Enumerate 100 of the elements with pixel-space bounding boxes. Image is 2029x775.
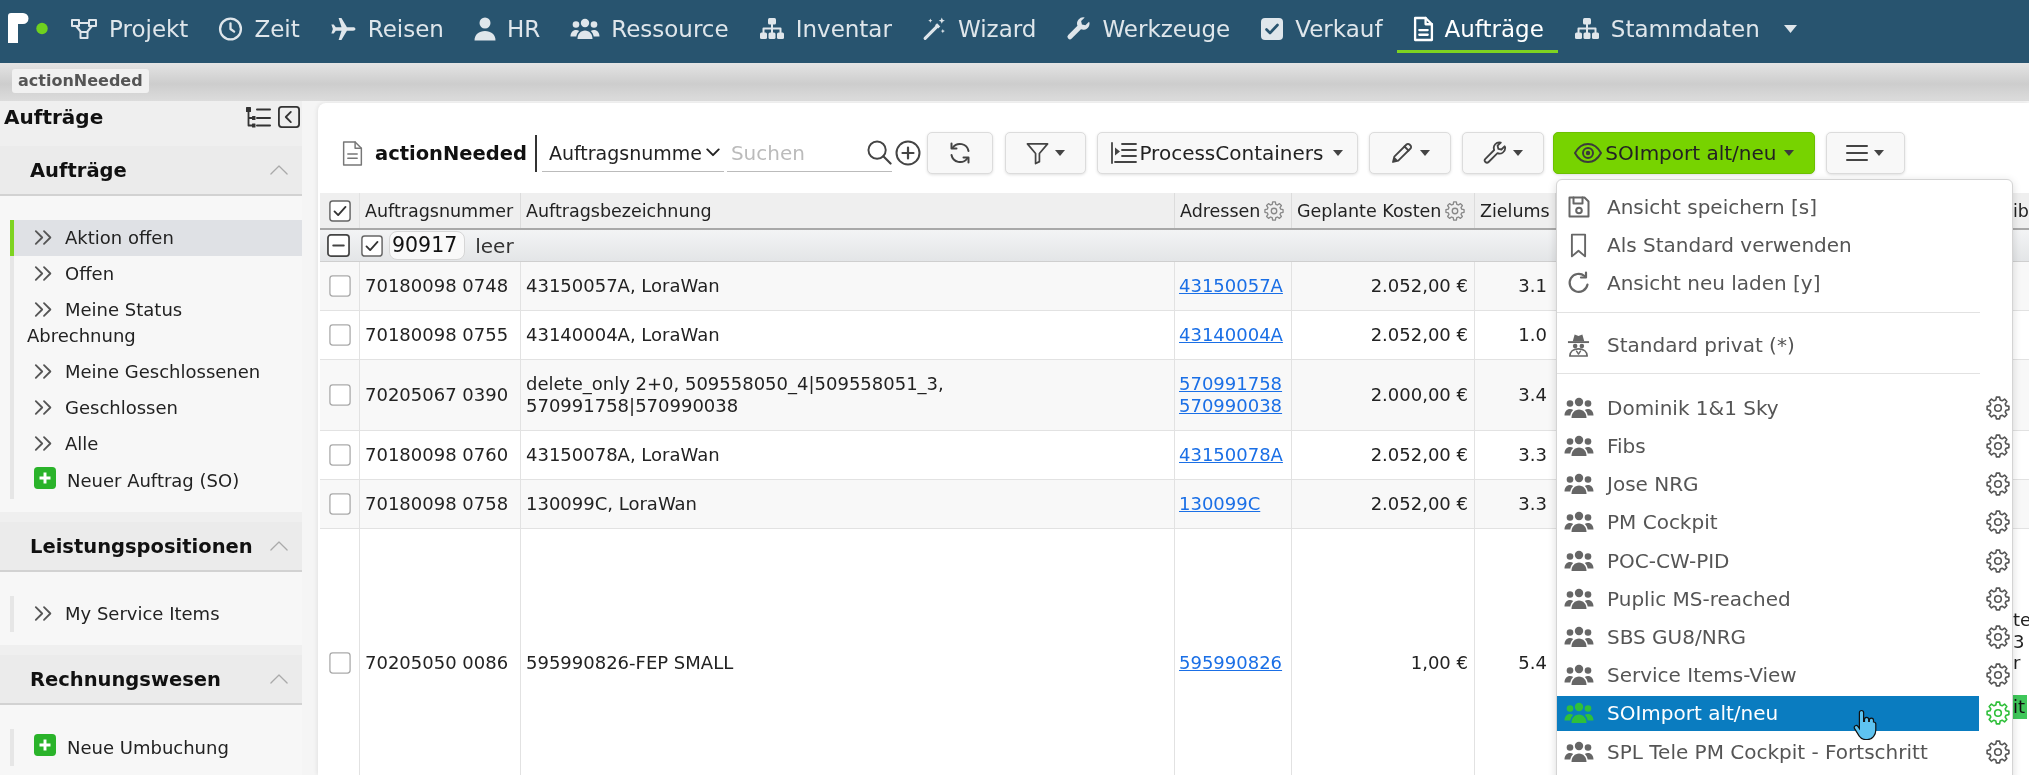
caret-icon xyxy=(1054,150,1065,156)
table-cell: 43150078A, LoraWan xyxy=(521,431,1175,479)
sidebar-item[interactable]: Meine Status Abrechnung xyxy=(10,292,302,354)
sidebar-item[interactable]: Meine Geschlossenen xyxy=(10,354,302,390)
gear-icon[interactable] xyxy=(1986,663,2010,688)
nav-tab[interactable]: Zeit xyxy=(202,8,314,53)
nav-tab[interactable]: Stammdaten xyxy=(1557,8,1774,53)
address-link[interactable]: 43150057A xyxy=(1179,275,1283,297)
double-chevron-icon xyxy=(34,435,54,452)
double-chevron-icon xyxy=(34,229,54,246)
row-checkbox[interactable] xyxy=(328,651,351,674)
sidebar-item[interactable]: Neue Umbuchung xyxy=(10,729,302,766)
nav-tab[interactable]: Reisen xyxy=(313,8,458,53)
gear-icon[interactable] xyxy=(1986,548,2010,573)
address-link[interactable]: 570990038 xyxy=(1179,395,1283,417)
view-option[interactable]: Dominik 1&1 Sky xyxy=(1557,390,1979,426)
nav-tab[interactable]: Inventar xyxy=(742,8,906,53)
column-header[interactable]: Geplante Kosten xyxy=(1292,193,1475,228)
search-field[interactable]: Suchen xyxy=(726,135,863,170)
view-option[interactable]: Jose NRG xyxy=(1557,466,1979,502)
double-chevron-icon xyxy=(34,399,54,416)
row-checkbox[interactable] xyxy=(328,275,351,297)
address-link[interactable]: 595990826 xyxy=(1179,651,1283,674)
gear-icon[interactable] xyxy=(1264,200,1285,221)
view-option[interactable]: SBS GU8/NRG xyxy=(1557,619,1979,655)
process-containers-button[interactable]: ProcessContainers xyxy=(1096,132,1358,174)
section-title[interactable]: Aufträge xyxy=(30,158,127,182)
menu-item[interactable]: Als Standard verwenden xyxy=(1557,227,1979,263)
search-icon[interactable] xyxy=(866,140,892,165)
gear-icon[interactable] xyxy=(1986,472,2010,497)
nav-tab[interactable]: Aufträge xyxy=(1396,8,1558,53)
view-select-button[interactable]: SOImport alt/neu xyxy=(1552,132,1815,174)
eye-icon xyxy=(1574,143,1603,163)
gear-icon[interactable] xyxy=(1986,739,2010,764)
sidebar-item[interactable]: My Service Items xyxy=(10,596,302,632)
plus-circle-icon[interactable] xyxy=(894,140,921,166)
view-option[interactable]: Fibs xyxy=(1557,428,1979,464)
view-option[interactable]: POC-CW-PID xyxy=(1557,543,1979,579)
minus-box-icon[interactable] xyxy=(327,234,350,257)
view-option[interactable]: PM Cockpit xyxy=(1557,504,1979,540)
table-cell-text: 1.0 xyxy=(1517,323,1548,347)
row-checkbox[interactable] xyxy=(328,324,351,346)
menu-button[interactable] xyxy=(1825,132,1905,174)
table-cell: 1,00 € xyxy=(1292,529,1475,775)
view-option[interactable]: SOImport alt/neu xyxy=(1557,695,1979,731)
clock-icon xyxy=(218,16,244,42)
row-checkbox[interactable] xyxy=(328,444,351,466)
view-option[interactable]: Puplic MS-reached xyxy=(1557,581,1979,617)
column-header[interactable]: Auftragsnummer xyxy=(360,193,521,228)
menu-item[interactable]: Ansicht speichern [s] xyxy=(1557,189,1979,225)
nav-tab[interactable]: Ressource xyxy=(554,8,743,53)
nav-tab[interactable]: Wizard xyxy=(905,8,1051,53)
address-link[interactable]: 570991758 xyxy=(1179,373,1283,395)
tree-list-icon[interactable] xyxy=(245,106,271,128)
column-select[interactable]: Auftragsnumme xyxy=(541,134,724,172)
address-link[interactable]: 43150078A xyxy=(1179,444,1283,466)
nav-tab[interactable]: Projekt xyxy=(54,8,203,53)
filter-button[interactable] xyxy=(1004,132,1086,174)
gear-icon[interactable] xyxy=(1986,395,2010,420)
view-chip[interactable]: actionNeeded xyxy=(12,69,149,93)
double-chevron-icon xyxy=(34,265,54,282)
sidebar-item[interactable]: Aktion offen xyxy=(10,220,302,256)
table-cell: 2.000,00 € xyxy=(1292,360,1475,430)
user-group-icon xyxy=(1563,702,1594,725)
address-link[interactable]: 130099C xyxy=(1179,493,1261,515)
gear-icon[interactable] xyxy=(1986,510,2010,535)
menu-item[interactable]: Ansicht neu laden [y] xyxy=(1557,265,1979,301)
address-link[interactable]: 43140004A xyxy=(1179,324,1283,346)
gear-icon[interactable] xyxy=(1445,200,1466,221)
sidebar-item[interactable]: Alle xyxy=(10,426,302,462)
group-checkbox[interactable] xyxy=(361,234,383,257)
gear-icon[interactable] xyxy=(1986,586,2010,611)
sidebar-item[interactable]: Geschlossen xyxy=(10,390,302,426)
gear-icon[interactable] xyxy=(1986,624,2010,649)
tools-button[interactable] xyxy=(1461,132,1544,174)
plus-square-icon xyxy=(34,467,56,489)
chevron-left-box-icon[interactable] xyxy=(278,106,300,128)
view-option[interactable]: Standard privat (*) xyxy=(1557,327,1979,363)
nav-tab[interactable]: Werkzeuge xyxy=(1050,8,1245,53)
column-header[interactable]: ib xyxy=(2013,193,2029,228)
sidebar-item[interactable]: Offen xyxy=(10,256,302,292)
edit-button[interactable] xyxy=(1368,132,1451,174)
refresh-button[interactable] xyxy=(926,132,993,174)
select-all-checkbox[interactable] xyxy=(328,199,351,222)
section-title[interactable]: Leistungspositionen xyxy=(30,534,253,558)
column-header[interactable]: Auftragsbezeichnung xyxy=(521,193,1175,228)
nav-tab[interactable]: Verkauf xyxy=(1244,8,1397,53)
row-checkbox[interactable] xyxy=(328,384,351,406)
view-option[interactable]: Service Items-View xyxy=(1557,657,1979,693)
row-checkbox[interactable] xyxy=(328,493,351,515)
table-cell: 2.052,00 € xyxy=(1292,262,1475,310)
view-option[interactable]: SPL Tele PM Cockpit - Fortschritt xyxy=(1557,734,1979,770)
gear-icon[interactable] xyxy=(1986,434,2010,459)
nav-tab[interactable]: HR xyxy=(457,8,555,53)
logo-icon[interactable] xyxy=(8,13,48,43)
column-header[interactable]: Adressen xyxy=(1175,193,1292,228)
section-title[interactable]: Rechnungswesen xyxy=(30,667,221,691)
table-cell: 70180098 0760 xyxy=(360,431,521,479)
sidebar-item[interactable]: Neuer Auftrag (SO) xyxy=(10,462,302,499)
double-chevron-icon xyxy=(34,605,54,622)
